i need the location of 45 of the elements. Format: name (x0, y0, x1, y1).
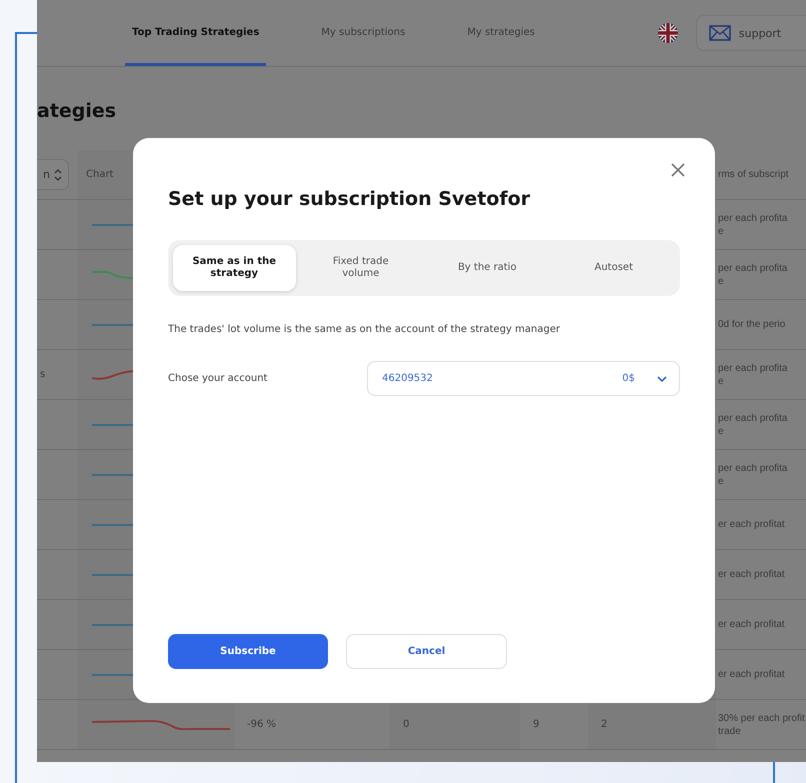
table-cell: er each profitat (718, 518, 785, 531)
support-button[interactable]: support (696, 15, 806, 51)
mode-tab[interactable]: Autoset (552, 245, 675, 291)
field-label: Chose your account (168, 373, 268, 384)
table-cell: per each profita (718, 412, 788, 424)
table-cell: per each profita (718, 212, 788, 224)
sort-icon (54, 168, 62, 182)
table-cell: er each profitat (718, 668, 785, 681)
table-cell-text: 0 (402, 719, 410, 730)
mode-tab[interactable]: Same as in the strategy (173, 245, 296, 291)
dialog-title: Set up your subscription Svetofor (168, 188, 532, 210)
mode-tab[interactable]: By the ratio (426, 245, 548, 291)
table-cell: 0d for the perio (718, 318, 786, 331)
account-select[interactable]: 46209532 0$ (367, 361, 680, 396)
nav-tab[interactable]: My strategies (460, 0, 542, 66)
table-cell-text: -96 % (246, 719, 276, 730)
table-cell-text: 9 (532, 719, 540, 730)
table-cell: 30% per each profit (718, 712, 805, 724)
cancel-button[interactable]: Cancel (346, 634, 507, 669)
mode-description: The trades' lot volume is the same as on the account of the strategy manager (168, 324, 561, 335)
table-cell: e (718, 224, 724, 238)
table-cell: per each profita (718, 262, 788, 274)
column-header: Chart (86, 169, 114, 180)
flag-icon[interactable] (658, 23, 678, 43)
table-cell: er each profitat (718, 618, 785, 631)
sort-button[interactable]: n (37, 159, 69, 190)
mode-tab[interactable]: Fixed trade volume (300, 245, 422, 291)
table-cell: e (718, 474, 724, 488)
table-cell: per each profita (718, 462, 788, 474)
table-cell-text: 2 (600, 719, 608, 730)
mail-icon (708, 25, 731, 41)
table-cell: per each profita (718, 362, 788, 374)
table-cell: trade (718, 724, 741, 738)
table-cell: er each profitat (718, 568, 785, 581)
nav-tab[interactable]: Top Trading Strategies (125, 0, 266, 66)
column-header: rms of subscript (718, 169, 789, 180)
table-cell: e (718, 374, 724, 388)
chevron-down-icon (657, 376, 667, 382)
table-cell: e (718, 274, 724, 288)
page-title: ategies (37, 100, 116, 122)
nav-tab[interactable]: My subscriptions (314, 0, 412, 66)
subscribe-button[interactable]: Subscribe (168, 634, 328, 669)
table-cell-text: s (39, 369, 46, 380)
close-icon[interactable] (671, 163, 685, 177)
table-cell: e (718, 424, 724, 438)
